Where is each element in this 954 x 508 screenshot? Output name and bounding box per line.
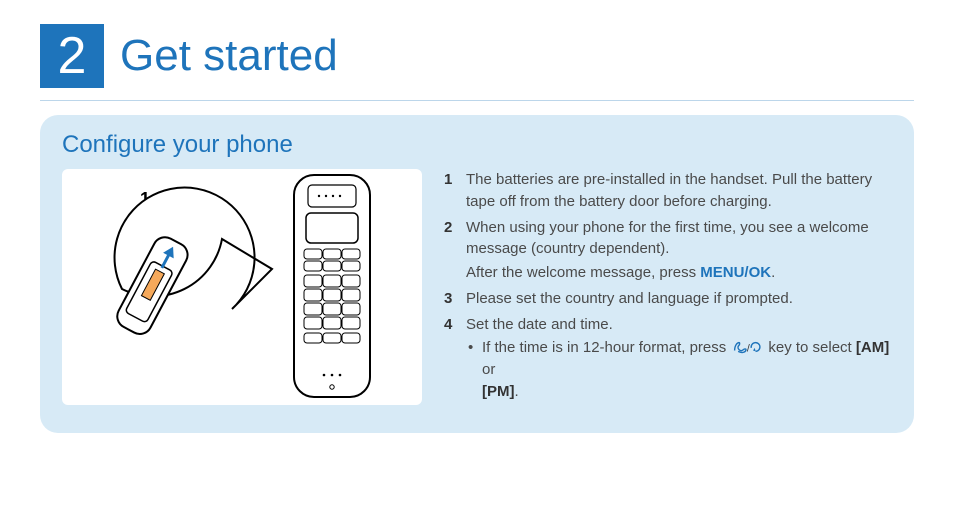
steps-list: The batteries are pre-installed in the h… — [444, 169, 892, 407]
chapter-header: 2 Get started — [0, 0, 954, 100]
step-2-line2-pre: After the welcome message, press — [466, 264, 700, 281]
step-4-text: Set the date and time. — [466, 316, 613, 333]
step-4-sub-post: . — [515, 383, 519, 400]
svg-text:/: / — [747, 343, 750, 355]
chapter-number-badge: 2 — [40, 24, 104, 88]
manual-page: 2 Get started Configure your phone 1 — [0, 0, 954, 508]
step-2-line2-post: . — [771, 264, 775, 281]
menu-ok-label: MENU/OK — [700, 264, 771, 281]
step-4-or: or — [482, 361, 495, 378]
section-title: Configure your phone — [62, 131, 892, 159]
step-2-line1: When using your phone for the first time… — [466, 219, 869, 258]
step-4-sub: If the time is in 12-hour format, press … — [466, 337, 892, 402]
step-4: Set the date and time. If the time is in… — [444, 314, 892, 403]
step-1-text: The batteries are pre-installed in the h… — [466, 171, 872, 210]
step-1: The batteries are pre-installed in the h… — [444, 169, 892, 213]
pm-label: [PM] — [482, 383, 515, 400]
chapter-title: Get started — [120, 31, 338, 81]
step-4-sub-pre: If the time is in 12-hour format, press — [482, 339, 730, 356]
header-divider — [40, 100, 914, 101]
section-panel: Configure your phone 1 — [40, 115, 914, 433]
phone-redial-key-icon: / — [732, 340, 762, 354]
step-3-text: Please set the country and language if p… — [466, 290, 793, 307]
phone-illustration: 1 — [62, 169, 422, 405]
section-body: 1 — [62, 169, 892, 407]
step-3: Please set the country and language if p… — [444, 288, 892, 310]
handset-diagram-svg: 1 — [62, 169, 422, 405]
am-label: [AM] — [856, 339, 889, 356]
step-4-sub-mid: key to select — [764, 339, 856, 356]
step-2: When using your phone for the first time… — [444, 217, 892, 284]
